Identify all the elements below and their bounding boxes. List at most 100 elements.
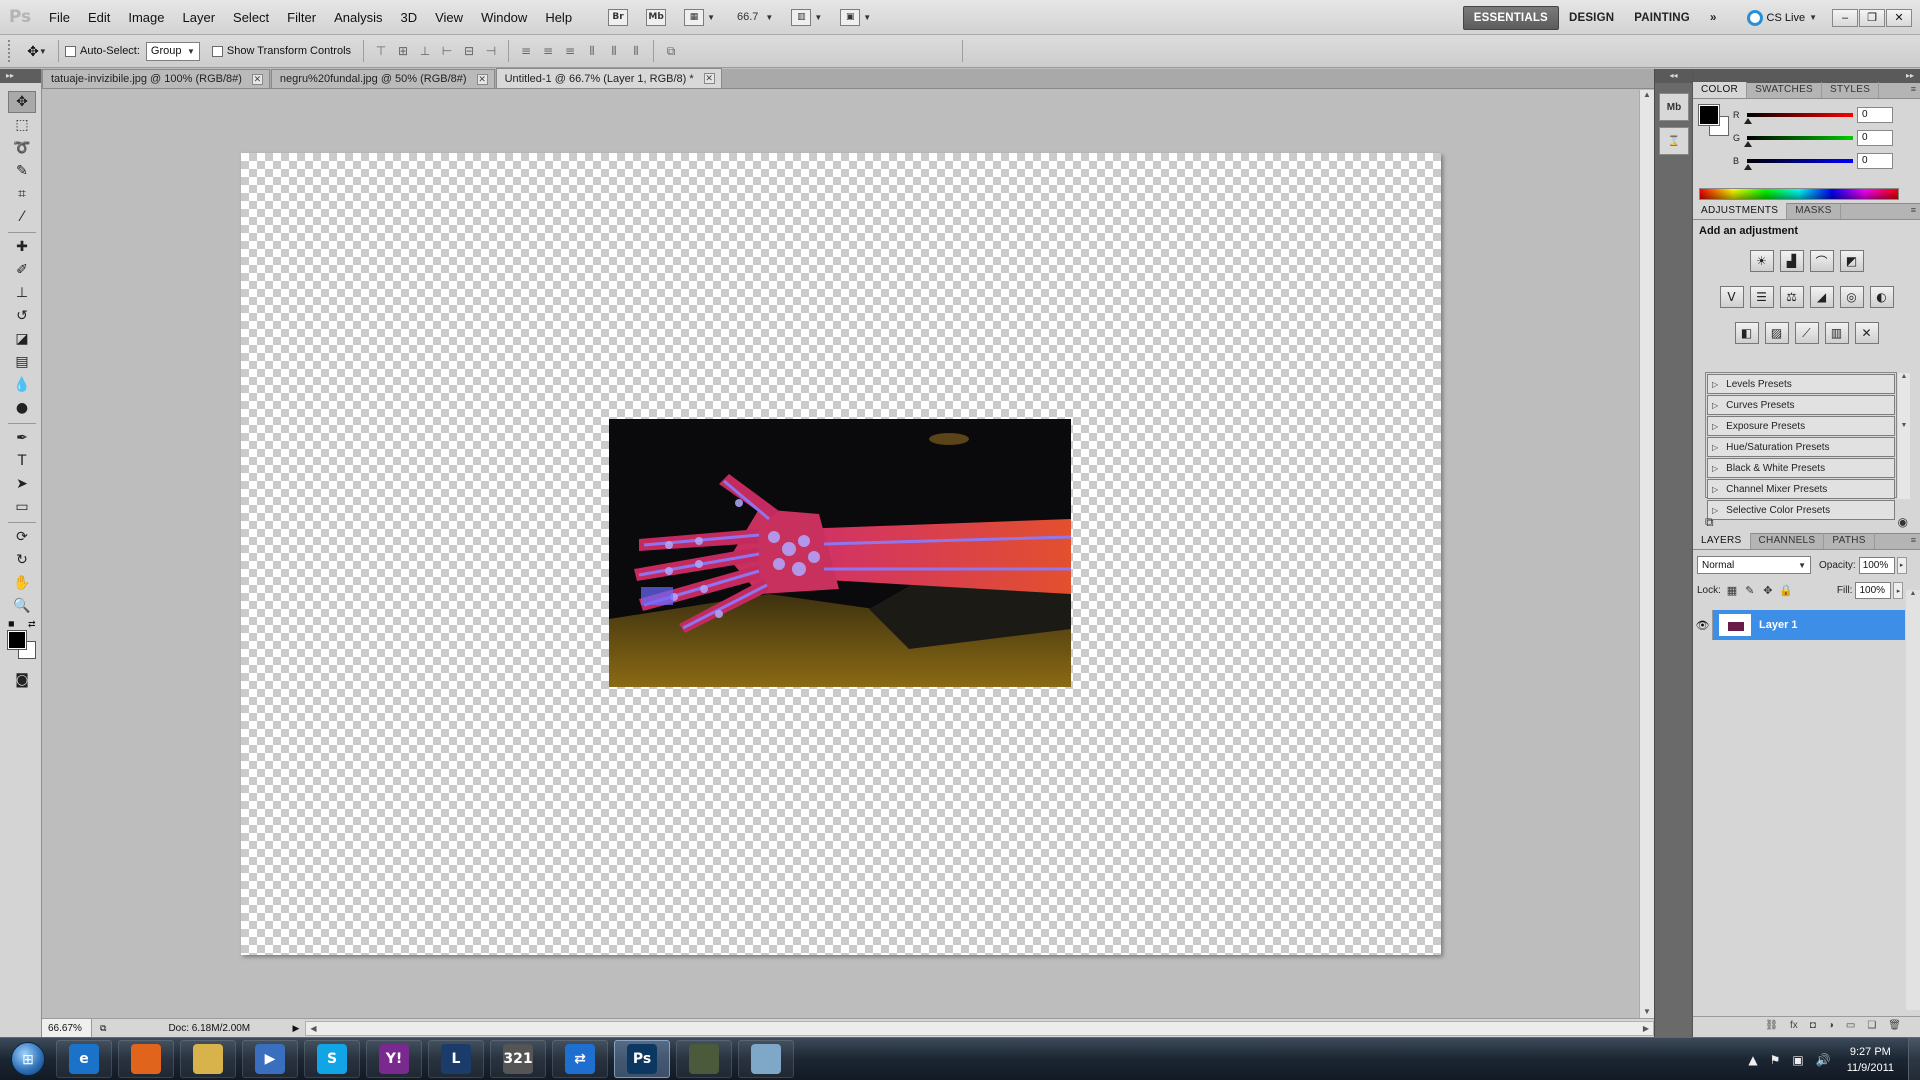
tab-swatches[interactable]: SWATCHES [1747,82,1823,98]
add-mask-icon[interactable]: ◘ [1810,1020,1816,1031]
pen-tool[interactable]: ✒ [8,427,36,449]
brightness-contrast-icon[interactable]: ☀ [1749,250,1774,272]
show-desktop-button[interactable] [1908,1038,1920,1080]
taskbar-media-player-button[interactable]: ▶ [242,1040,298,1078]
black-white-icon[interactable]: ◢ [1809,286,1834,308]
close-icon[interactable]: ✕ [251,73,263,85]
red-value-field[interactable]: 0 [1857,107,1893,123]
layer-style-icon[interactable]: fx [1790,1020,1798,1031]
lock-all-icon[interactable]: 🔒 [1779,584,1793,598]
align-horizontal-centers-icon[interactable]: ⊟ [460,42,478,60]
menu-3d[interactable]: 3D [391,0,426,35]
screen-mode-button[interactable]: ▣ ▼ [835,6,876,28]
foreground-color-swatch[interactable] [7,630,27,650]
auto-align-layers-icon[interactable]: ⧉ [662,42,680,60]
eraser-tool[interactable]: ◪ [8,328,36,350]
channel-mixer-icon[interactable]: ◐ [1869,286,1894,308]
tab-layers[interactable]: LAYERS [1693,533,1751,549]
lasso-tool[interactable]: ➰ [8,137,36,159]
layer-name[interactable]: Layer 1 [1759,619,1798,631]
taskbar-photoshop-button[interactable]: Ps [614,1040,670,1078]
menu-analysis[interactable]: Analysis [325,0,391,35]
menu-window[interactable]: Window [472,0,536,35]
panel-menu-icon[interactable]: ≡ [1911,535,1916,545]
preset-exposure[interactable]: ▷ Exposure Presets [1707,416,1895,436]
doc-tab-negru[interactable]: negru%20fundal.jpg @ 50% (RGB/8#) ✕ [270,69,495,88]
menu-image[interactable]: Image [119,0,173,35]
close-button[interactable]: ✕ [1886,8,1912,27]
selective-color-icon[interactable]: ✕ [1854,322,1879,344]
shape-tool[interactable]: ▭ [8,496,36,518]
3d-rotate-tool[interactable]: ⟳ [8,526,36,548]
lock-transparency-icon[interactable]: ▦ [1725,584,1739,598]
curves-icon[interactable]: ⌒ [1809,250,1834,272]
presets-scrollbar[interactable]: ▲ ▼ [1898,373,1910,499]
taskbar-yahoo-messenger-button[interactable]: Y! [366,1040,422,1078]
restore-button[interactable]: ❐ [1859,8,1885,27]
lock-pixels-icon[interactable]: ✎ [1743,584,1757,598]
zoom-tool[interactable]: 🔍 [8,595,36,617]
gradient-tool[interactable]: ▤ [8,351,36,373]
align-bottom-edges-icon[interactable]: ⊥ [416,42,434,60]
layer-1-image[interactable] [609,419,1071,687]
menu-edit[interactable]: Edit [79,0,119,35]
opacity-slider-arrow-icon[interactable]: ▸ [1896,556,1907,574]
tab-styles[interactable]: STYLES [1822,82,1880,98]
tab-adjustments[interactable]: ADJUSTMENTS [1693,203,1788,219]
vertical-scrollbar[interactable]: ▲ ▼ [1639,90,1654,1018]
menu-filter[interactable]: Filter [278,0,325,35]
eye-icon[interactable]: 👁 [1693,610,1713,640]
quick-selection-tool[interactable]: ✎ [8,160,36,182]
blue-value-field[interactable]: 0 [1857,153,1893,169]
layer-item[interactable]: Layer 1 [1713,610,1905,640]
network-icon[interactable]: ▣ [1792,1053,1803,1067]
hand-tool[interactable]: ✋ [8,572,36,594]
menu-help[interactable]: Help [536,0,581,35]
show-transform-controls-checkbox[interactable] [211,45,223,57]
path-selection-tool[interactable]: ➤ [8,473,36,495]
healing-brush-tool[interactable]: ✚ [8,236,36,258]
photo-filter-icon[interactable]: ◎ [1839,286,1864,308]
menu-layer[interactable]: Layer [174,0,225,35]
doc-tab-untitled-1[interactable]: Untitled-1 @ 66.7% (Layer 1, RGB/8) * ✕ [495,68,722,88]
options-bar-grip[interactable] [8,40,14,62]
align-top-edges-icon[interactable]: ⊤ [372,42,390,60]
hue-saturation-icon[interactable]: ☰ [1749,286,1774,308]
workspace-painting[interactable]: PAINTING [1624,6,1700,30]
tab-color[interactable]: COLOR [1693,82,1748,98]
trash-icon[interactable]: 🗑 [1888,1020,1901,1031]
menu-view[interactable]: View [426,0,472,35]
opacity-field[interactable]: 100% [1858,556,1895,574]
levels-icon[interactable]: ▟ [1779,250,1804,272]
volume-icon[interactable]: 🔊 [1816,1053,1831,1067]
distribute-top-edges-icon[interactable]: ≡ [517,42,535,60]
preset-levels[interactable]: ▷ Levels Presets [1707,374,1895,394]
red-slider[interactable] [1744,113,1853,124]
history-brush-tool[interactable]: ↺ [8,305,36,327]
new-layer-icon[interactable]: ❏ [1867,1020,1876,1031]
dodge-tool[interactable]: ● [8,397,36,419]
align-right-edges-icon[interactable]: ⊣ [482,42,500,60]
panel-menu-icon[interactable]: ≡ [1911,84,1916,94]
type-tool[interactable]: T [8,450,36,472]
lock-position-icon[interactable]: ✥ [1761,584,1775,598]
new-group-icon[interactable]: ▭ [1846,1020,1855,1031]
taskbar-ie-button[interactable]: e [56,1040,112,1078]
auto-select-checkbox[interactable] [65,45,76,57]
arrange-documents-button[interactable]: ▥ ▼ [786,6,827,28]
taskbar-firefox-button[interactable] [118,1040,174,1078]
close-icon[interactable]: ✕ [703,73,715,84]
distribute-vertical-centers-icon[interactable]: ≡ [539,42,557,60]
menu-file[interactable]: File [40,0,79,35]
scroll-down-icon[interactable]: ▼ [1640,1007,1654,1016]
green-value-field[interactable]: 0 [1857,130,1893,146]
launch-bridge-button[interactable]: Br [603,6,633,28]
align-left-edges-icon[interactable]: ⊢ [438,42,456,60]
distribute-horizontal-centers-icon[interactable]: ⦀ [605,42,623,60]
tab-masks[interactable]: MASKS [1787,203,1841,219]
status-menu-arrow-icon[interactable]: ▶ [292,1023,299,1034]
align-vertical-centers-icon[interactable]: ⊞ [394,42,412,60]
taskbar-321-player-button[interactable]: 321 [490,1040,546,1078]
blur-tool[interactable]: 💧 [8,374,36,396]
tool-preset-picker[interactable]: ✥ ▼ [22,40,52,62]
